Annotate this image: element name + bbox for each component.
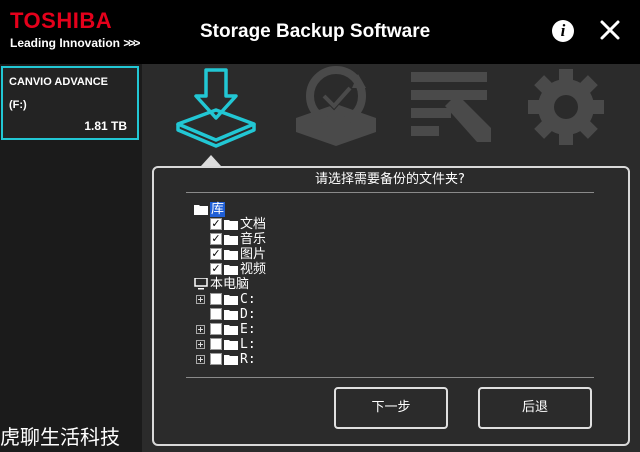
- tab-edit[interactable]: [405, 66, 497, 148]
- checkbox-drive-d[interactable]: [210, 308, 222, 320]
- tab-settings[interactable]: [520, 66, 612, 148]
- restore-clock-icon: [296, 66, 376, 146]
- checkbox-pictures[interactable]: ✓: [210, 248, 222, 260]
- folder-icon: [224, 355, 238, 365]
- checkbox-documents[interactable]: ✓: [210, 218, 222, 230]
- folder-icon: [224, 295, 238, 305]
- expand-icon[interactable]: [196, 295, 205, 304]
- tree-label-drive-e: E:: [240, 322, 256, 337]
- tree-label-documents: 文档: [240, 217, 267, 232]
- device-capacity: 1.81 TB: [84, 119, 127, 133]
- active-tab-pointer: [201, 155, 221, 166]
- tree-label-library: 库: [210, 202, 226, 217]
- tree-label-music: 音乐: [240, 232, 267, 247]
- folder-icon: [224, 325, 238, 335]
- tab-restore[interactable]: [290, 66, 382, 148]
- folder-icon: [194, 205, 208, 215]
- close-icon[interactable]: [598, 18, 622, 42]
- divider-bottom: [186, 377, 594, 378]
- brand-logo: TOSHIBA: [10, 8, 113, 33]
- computer-icon: [194, 278, 208, 290]
- expand-icon[interactable]: [196, 325, 205, 334]
- device-card[interactable]: CANVIO ADVANCE (F:) 1.81 TB: [1, 66, 139, 140]
- tagline-arrows-icon: >>>: [123, 36, 140, 50]
- checkbox-videos[interactable]: ✓: [210, 263, 222, 275]
- tagline-text: Leading Innovation: [10, 36, 120, 50]
- expand-icon[interactable]: [196, 355, 205, 364]
- divider-top: [186, 192, 594, 193]
- folder-icon: [224, 340, 238, 350]
- tree-label-computer: 本电脑: [210, 277, 250, 292]
- tree-label-drive-r: R:: [240, 352, 256, 367]
- watermark-text: 虎聊生活科技: [0, 425, 120, 449]
- tab-backup[interactable]: [170, 66, 262, 148]
- list-pencil-icon: [411, 72, 491, 142]
- tree-label-videos: 视频: [240, 262, 267, 277]
- folder-icon: [224, 220, 238, 230]
- back-button[interactable]: 后退: [478, 387, 592, 429]
- folder-icon: [224, 235, 238, 245]
- folder-icon: [224, 265, 238, 275]
- tree-label-drive-l: L:: [240, 337, 256, 352]
- title-bar: TOSHIBA Leading Innovation >>> Storage B…: [0, 0, 640, 64]
- checkbox-music[interactable]: ✓: [210, 233, 222, 245]
- checkbox-drive-c[interactable]: [210, 293, 222, 305]
- folder-icon: [224, 310, 238, 320]
- tree-label-drive-d: D:: [240, 307, 256, 322]
- app-title: Storage Backup Software: [200, 21, 431, 42]
- folder-icon: [224, 250, 238, 260]
- checkbox-drive-r[interactable]: [210, 353, 222, 365]
- expand-icon[interactable]: [196, 340, 205, 349]
- panel-prompt: 请选择需要备份的文件夹?: [315, 172, 465, 187]
- info-button[interactable]: i: [552, 20, 574, 42]
- tree-label-pictures: 图片: [240, 247, 267, 262]
- gear-icon: [528, 69, 604, 145]
- brand-tagline: Leading Innovation >>>: [10, 36, 140, 50]
- next-button[interactable]: 下一步: [334, 387, 448, 429]
- backup-download-icon: [176, 68, 256, 148]
- device-name: CANVIO ADVANCE: [9, 76, 109, 88]
- device-drive-letter: (F:): [9, 99, 27, 111]
- checkbox-drive-l[interactable]: [210, 338, 222, 350]
- checkbox-drive-e[interactable]: [210, 323, 222, 335]
- tree-label-drive-c: C:: [240, 292, 256, 307]
